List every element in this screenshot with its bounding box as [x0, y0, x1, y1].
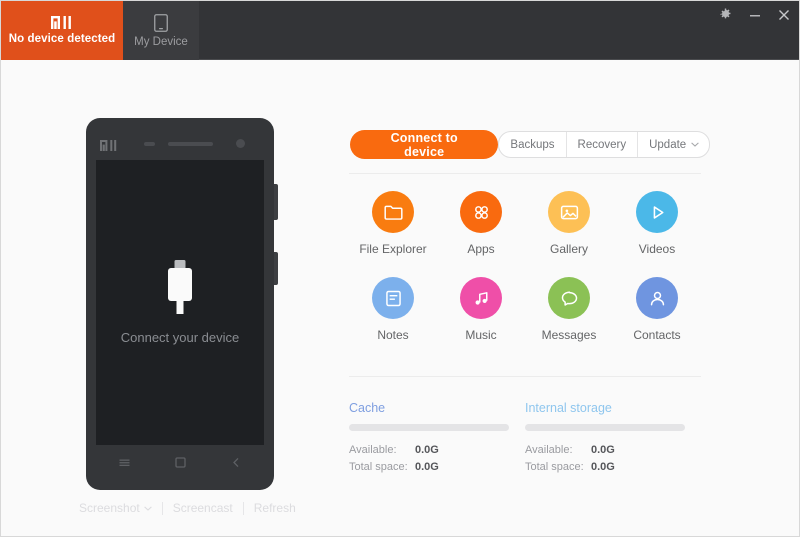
- grid-item-videos[interactable]: Videos: [613, 191, 701, 256]
- minimize-icon[interactable]: [747, 7, 762, 22]
- phone-mockup: Connect your device: [86, 118, 278, 490]
- available-label: Available:: [349, 444, 397, 456]
- refresh-button[interactable]: Refresh: [254, 501, 296, 515]
- grid-label: Notes: [377, 328, 409, 342]
- grid-item-messages[interactable]: Messages: [525, 277, 613, 342]
- close-icon[interactable]: [776, 7, 791, 22]
- proximity-sensor: [144, 142, 155, 146]
- volume-button: [274, 184, 278, 220]
- grid-item-music[interactable]: Music: [437, 277, 525, 342]
- actions-row: Connect to device Backups Recovery Updat…: [350, 130, 710, 159]
- front-camera: [236, 139, 245, 148]
- tab-label-status: No device detected: [8, 33, 116, 45]
- cache-usage-bar: [349, 424, 509, 431]
- refresh-label: Refresh: [253, 501, 296, 515]
- grid-label: Gallery: [549, 242, 588, 256]
- storage-section: Cache Available: 0.0G Total space: 0.0G …: [349, 401, 701, 478]
- grid-label: Contacts: [633, 328, 681, 342]
- usb-plug-icon: [164, 260, 196, 316]
- grid-label: Messages: [541, 328, 597, 342]
- gear-icon[interactable]: [718, 7, 733, 22]
- backups-button[interactable]: Backups: [499, 132, 567, 157]
- screenshot-label: Screenshot: [79, 501, 140, 515]
- grid-label: Music: [465, 328, 497, 342]
- backup-recovery-update-group: Backups Recovery Update: [498, 131, 710, 158]
- total-space-value: 0.0G: [415, 461, 439, 473]
- storage-cache: Cache Available: 0.0G Total space: 0.0G: [349, 401, 525, 478]
- earpiece-speaker: [168, 142, 213, 146]
- storage-title: Internal storage: [525, 401, 612, 415]
- grid-label: File Explorer: [359, 242, 427, 256]
- window-controls: [718, 7, 791, 22]
- mi-pc-suite-window: No device detected My Device Connect you…: [0, 0, 800, 537]
- tab-label-device: My Device: [134, 35, 188, 48]
- grid-item-file-explorer[interactable]: File Explorer: [349, 191, 437, 256]
- folder-icon: [372, 191, 414, 233]
- internal-available-row: Available: 0.0G: [525, 444, 701, 456]
- grid-item-notes[interactable]: Notes: [349, 277, 437, 342]
- cache-total-row: Total space: 0.0G: [349, 461, 525, 473]
- titlebar: No device detected My Device: [1, 1, 799, 60]
- grid-label: Apps: [467, 242, 495, 256]
- power-button: [274, 252, 278, 285]
- total-space-value: 0.0G: [591, 461, 615, 473]
- mi-logo-icon: [51, 16, 73, 29]
- update-label: Update: [649, 138, 687, 151]
- chevron-down-icon: [143, 505, 152, 511]
- home-icon: [174, 456, 186, 468]
- screencast-button[interactable]: Screencast: [173, 501, 233, 515]
- grid-label: Videos: [638, 242, 676, 256]
- internal-total-row: Total space: 0.0G: [525, 461, 701, 473]
- device-preview-panel: Connect your device Screenshot Screencas…: [1, 61, 341, 536]
- notes-icon: [372, 277, 414, 319]
- total-space-label: Total space:: [349, 461, 408, 473]
- tab-no-device-detected[interactable]: No device detected: [1, 1, 123, 60]
- available-value: 0.0G: [591, 444, 615, 456]
- connect-to-device-button[interactable]: Connect to device: [350, 130, 499, 159]
- screencast-label: Screencast: [172, 501, 233, 515]
- screenshot-button[interactable]: Screenshot: [79, 501, 152, 515]
- mi-brand-icon: [100, 138, 118, 151]
- phone-screen: Connect your device: [96, 160, 264, 445]
- divider-bottom: [349, 376, 701, 377]
- device-tools-bar: Screenshot Screencast Refresh: [79, 501, 296, 515]
- music-icon: [460, 277, 502, 319]
- grid-item-gallery[interactable]: Gallery: [525, 191, 613, 256]
- connect-device-hint: Connect your device: [120, 330, 240, 345]
- play-icon: [636, 191, 678, 233]
- gallery-icon: [548, 191, 590, 233]
- cache-available-row: Available: 0.0G: [349, 444, 525, 456]
- phone-icon: [154, 13, 168, 32]
- available-value: 0.0G: [415, 444, 439, 456]
- chevron-down-icon: [691, 142, 699, 147]
- content-panel: Connect to device Backups Recovery Updat…: [341, 61, 799, 536]
- recovery-label: Recovery: [577, 138, 627, 151]
- storage-title: Cache: [349, 401, 386, 415]
- update-button[interactable]: Update: [638, 132, 709, 157]
- storage-internal: Internal storage Available: 0.0G Total s…: [525, 401, 701, 478]
- feature-grid: File Explorer Apps Gallery Videos Notes …: [349, 191, 701, 342]
- apps-icon: [460, 191, 502, 233]
- internal-usage-bar: [525, 424, 685, 431]
- tab-my-device[interactable]: My Device: [123, 1, 199, 60]
- tool-divider: [242, 501, 244, 515]
- tool-divider: [161, 501, 163, 515]
- available-label: Available:: [525, 444, 573, 456]
- recovery-button[interactable]: Recovery: [567, 132, 639, 157]
- message-icon: [548, 277, 590, 319]
- total-space-label: Total space:: [525, 461, 584, 473]
- phone-nav-bar: [96, 445, 264, 479]
- grid-item-apps[interactable]: Apps: [437, 191, 525, 256]
- grid-item-contacts[interactable]: Contacts: [613, 277, 701, 342]
- backups-label: Backups: [510, 138, 555, 151]
- back-icon: [231, 457, 242, 468]
- menu-icon: [119, 457, 130, 468]
- contacts-icon: [636, 277, 678, 319]
- divider-top: [349, 173, 701, 174]
